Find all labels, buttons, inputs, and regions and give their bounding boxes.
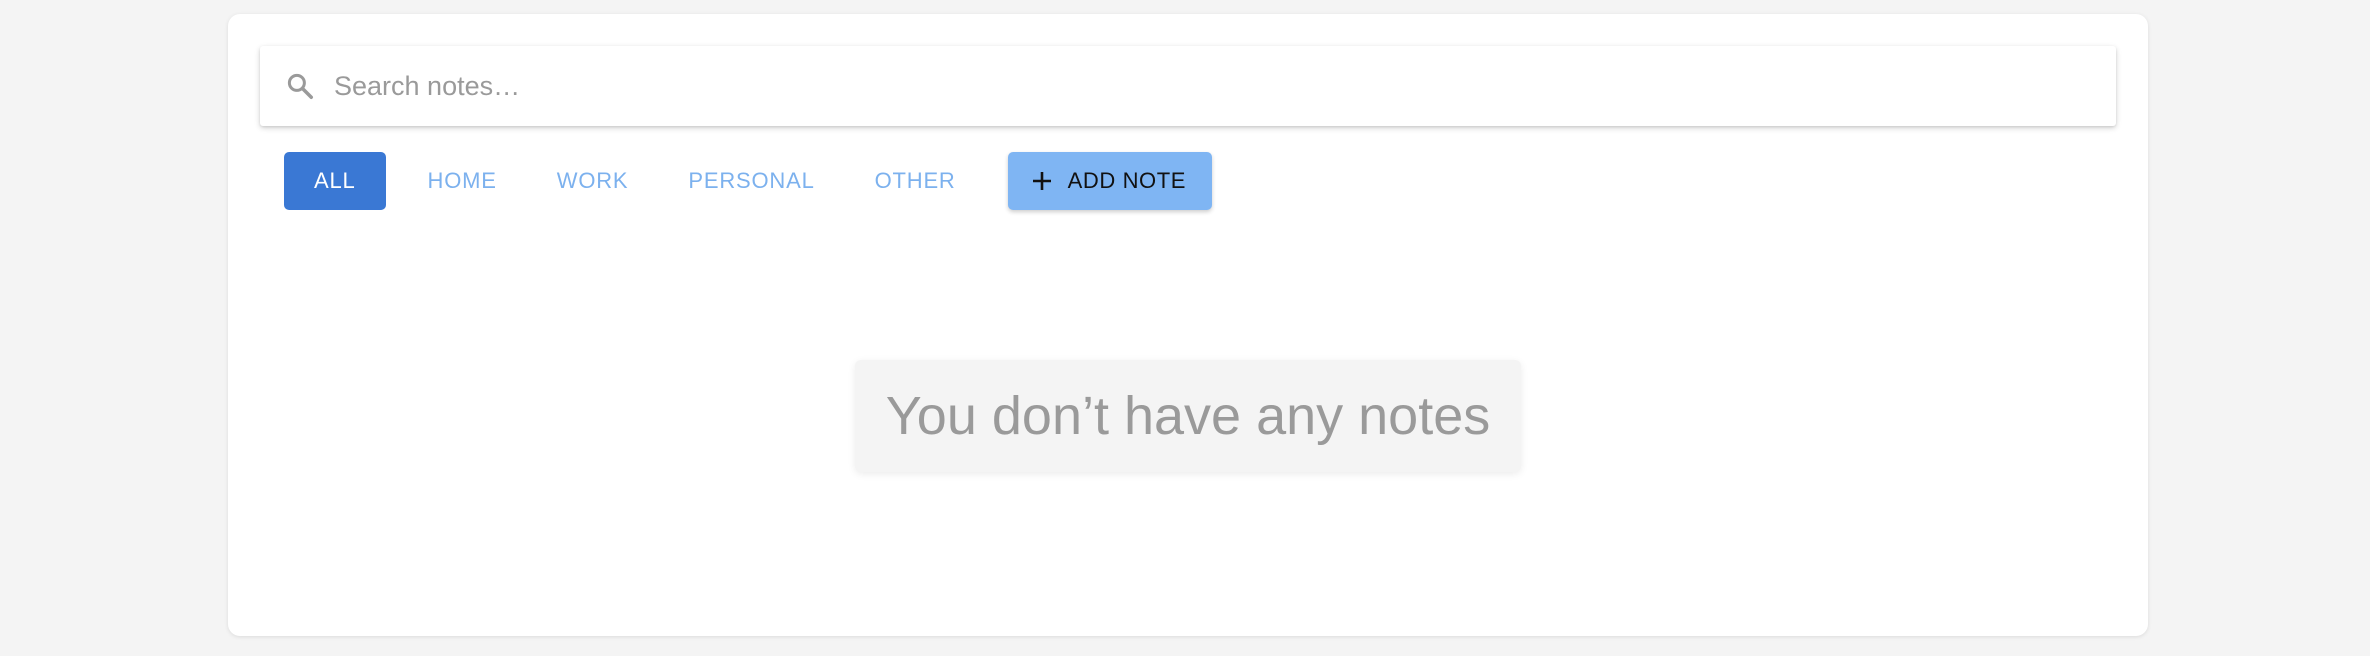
search-input[interactable] [332, 55, 2116, 117]
filter-personal-button[interactable]: PERSONAL [658, 152, 844, 210]
filter-all-button[interactable]: ALL [284, 152, 386, 210]
search-bar [260, 46, 2116, 126]
plus-icon [1030, 169, 1054, 193]
empty-state-message: You don’t have any notes [885, 386, 1491, 446]
notes-card: ALL HOME WORK PERSONAL OTHER ADD NOTE Yo… [228, 14, 2148, 636]
search-icon [282, 68, 318, 104]
filter-bar: ALL HOME WORK PERSONAL OTHER ADD NOTE [284, 152, 1213, 210]
filter-home-button[interactable]: HOME [398, 152, 527, 210]
filter-work-button[interactable]: WORK [527, 152, 659, 210]
add-note-button[interactable]: ADD NOTE [1007, 152, 1213, 210]
empty-state: You don’t have any notes [855, 360, 1521, 472]
filter-other-button[interactable]: OTHER [845, 152, 986, 210]
add-note-label: ADD NOTE [1067, 168, 1187, 193]
